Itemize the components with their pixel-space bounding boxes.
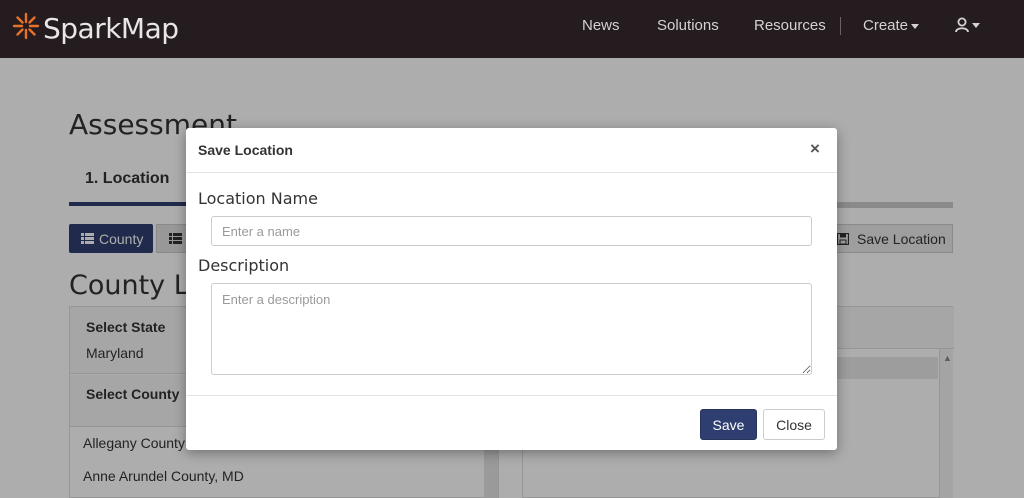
modal-footer: Save Close: [186, 395, 837, 450]
modal-title: Save Location: [198, 142, 293, 158]
modal-header: Save Location ×: [186, 128, 837, 173]
description-label: Description: [198, 256, 290, 275]
spark-star-icon: [10, 10, 42, 47]
chevron-down-icon: [911, 23, 920, 29]
close-icon[interactable]: ×: [810, 140, 820, 157]
location-name-input[interactable]: [211, 216, 812, 246]
nav-divider: [840, 17, 841, 35]
nav-create[interactable]: Create: [863, 17, 920, 34]
description-textarea[interactable]: [211, 283, 812, 375]
nav-create-label: Create: [863, 17, 909, 34]
nav-news[interactable]: News: [582, 17, 620, 34]
nav-solutions[interactable]: Solutions: [657, 17, 719, 34]
user-menu[interactable]: [955, 16, 980, 33]
top-navbar: SparkMap News Solutions Resources Create: [0, 0, 1024, 58]
brand-name: SparkMap: [43, 11, 179, 45]
brand-logo[interactable]: SparkMap: [10, 10, 179, 46]
save-button[interactable]: Save: [700, 409, 757, 440]
save-location-modal: Save Location × Location Name Descriptio…: [186, 128, 837, 450]
location-name-label: Location Name: [198, 189, 318, 208]
user-icon: [955, 17, 969, 33]
nav-resources[interactable]: Resources: [754, 17, 826, 34]
close-button[interactable]: Close: [763, 409, 825, 440]
chevron-down-icon: [972, 22, 980, 28]
